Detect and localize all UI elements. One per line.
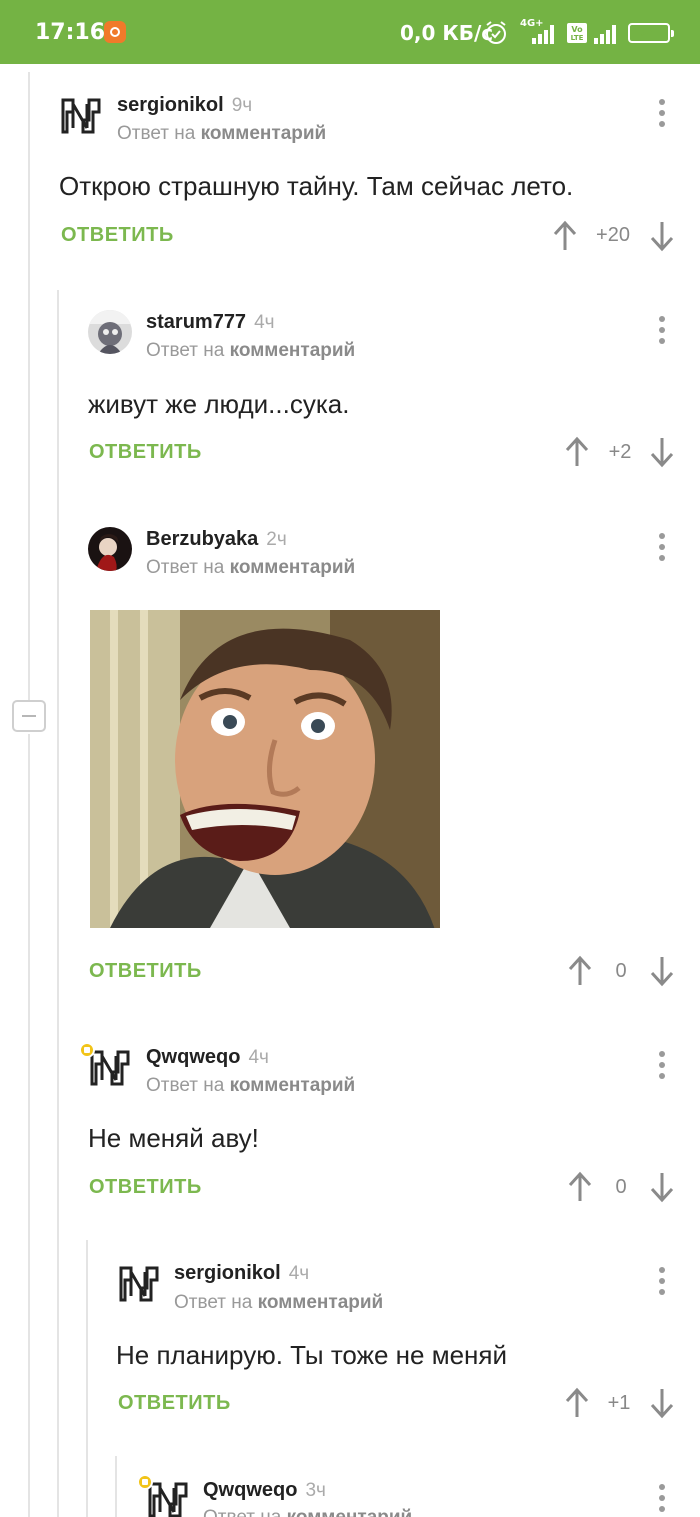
vote-up-icon[interactable] — [565, 1387, 589, 1419]
notification-app-icon — [104, 21, 126, 43]
reply-to-link[interactable]: Ответ на комментарий — [146, 1075, 355, 1097]
comment-author[interactable]: sergionikol 9ч — [117, 94, 252, 117]
reply-button[interactable]: ОТВЕТИТЬ — [61, 224, 174, 247]
comment-text: Не планирую. Ты тоже не меняй — [116, 1340, 508, 1370]
more-options-icon[interactable] — [652, 1048, 672, 1082]
battery-level: 94 — [639, 25, 659, 40]
status-bar: 17:16 0,0 КБ/с 4G+ Vo LTE 94 — [0, 0, 700, 64]
rammstein-logo-icon[interactable] — [117, 1262, 161, 1306]
rammstein-logo-icon — [61, 98, 101, 134]
vote-down-icon[interactable] — [650, 1171, 674, 1203]
thread-line-level-4 — [115, 1456, 117, 1517]
vote-up-icon[interactable] — [553, 220, 577, 252]
rammstein-logo-icon[interactable] — [88, 1046, 132, 1090]
reply-to-link[interactable]: Ответ на комментарий — [174, 1292, 383, 1314]
vote-up-icon[interactable] — [568, 955, 592, 987]
vote-up-icon[interactable] — [568, 1171, 592, 1203]
collapse-thread-button[interactable] — [12, 700, 46, 732]
reply-to-link[interactable]: Ответ на комментарий — [146, 557, 355, 579]
thread-line-level-1 — [28, 72, 30, 700]
volte-icon: Vo LTE — [567, 23, 587, 43]
more-options-icon[interactable] — [652, 530, 672, 564]
signal-strength-icon — [532, 25, 554, 44]
thread-line-level-3 — [86, 1240, 88, 1517]
comment-author[interactable]: Berzubyaka 2ч — [146, 528, 287, 551]
vote-down-icon[interactable] — [650, 436, 674, 468]
comment-rating: +2 — [608, 441, 632, 463]
more-options-icon[interactable] — [652, 1481, 672, 1515]
vote-down-icon[interactable] — [650, 955, 674, 987]
comment-time: 2ч — [266, 529, 287, 550]
comment-rating: +20 — [596, 224, 630, 246]
battery-icon: 94 — [628, 23, 674, 43]
comment-rating: 0 — [615, 1176, 627, 1198]
comment-time: 4ч — [288, 1263, 310, 1284]
signal-strength-2-icon — [594, 25, 616, 44]
more-options-icon[interactable] — [652, 313, 672, 347]
comment-author[interactable]: sergionikol 4ч — [174, 1262, 309, 1285]
vote-down-icon[interactable] — [650, 1387, 674, 1419]
user-photo-avatar[interactable] — [88, 527, 132, 571]
comment-author[interactable]: Qwqweqo 4ч — [146, 1046, 269, 1069]
comment-time: 4ч — [254, 312, 275, 333]
pin-badge-icon — [79, 1042, 95, 1058]
thread-line-level-1-lower — [28, 734, 30, 1517]
reply-button[interactable]: ОТВЕТИТЬ — [89, 960, 202, 983]
comment-time: 9ч — [231, 95, 253, 116]
comment-rating: 0 — [615, 960, 627, 982]
comment-rating: +1 — [607, 1392, 631, 1414]
comment-text: Открою страшную тайну. Там сейчас лето. — [59, 171, 574, 201]
comment-author[interactable]: starum777 4ч — [146, 311, 275, 334]
status-time: 17:16 — [35, 20, 106, 45]
reply-button[interactable]: ОТВЕТИТЬ — [89, 1176, 202, 1199]
thread-line-level-2 — [57, 290, 59, 1517]
svg-text:LTE: LTE — [571, 34, 584, 42]
reply-to-link[interactable]: Ответ на комментарий — [203, 1507, 412, 1517]
comment-time: 3ч — [305, 1480, 326, 1501]
comment-text: живут же люди...сука. — [88, 389, 350, 419]
more-options-icon[interactable] — [652, 1264, 672, 1298]
reply-to-link[interactable]: Ответ на комментарий — [117, 123, 326, 145]
user-photo-avatar[interactable] — [88, 310, 132, 354]
vote-down-icon[interactable] — [650, 220, 674, 252]
reply-button[interactable]: ОТВЕТИТЬ — [89, 441, 202, 464]
vote-up-icon[interactable] — [565, 436, 589, 468]
comment-text: Не меняй аву! — [88, 1123, 259, 1153]
reply-button[interactable]: ОТВЕТИТЬ — [118, 1392, 231, 1415]
pin-badge-icon — [137, 1474, 153, 1490]
more-options-icon[interactable] — [652, 96, 672, 130]
comment-author[interactable]: Qwqweqo 3ч — [203, 1479, 326, 1502]
comment-time: 4ч — [248, 1047, 269, 1068]
network-speed: 0,0 КБ/с — [400, 21, 494, 45]
svg-text:Vo: Vo — [571, 25, 583, 34]
alarm-icon — [486, 21, 506, 44]
nicolas-cage-meme-image[interactable] — [90, 610, 440, 928]
reply-to-link[interactable]: Ответ на комментарий — [146, 340, 355, 362]
